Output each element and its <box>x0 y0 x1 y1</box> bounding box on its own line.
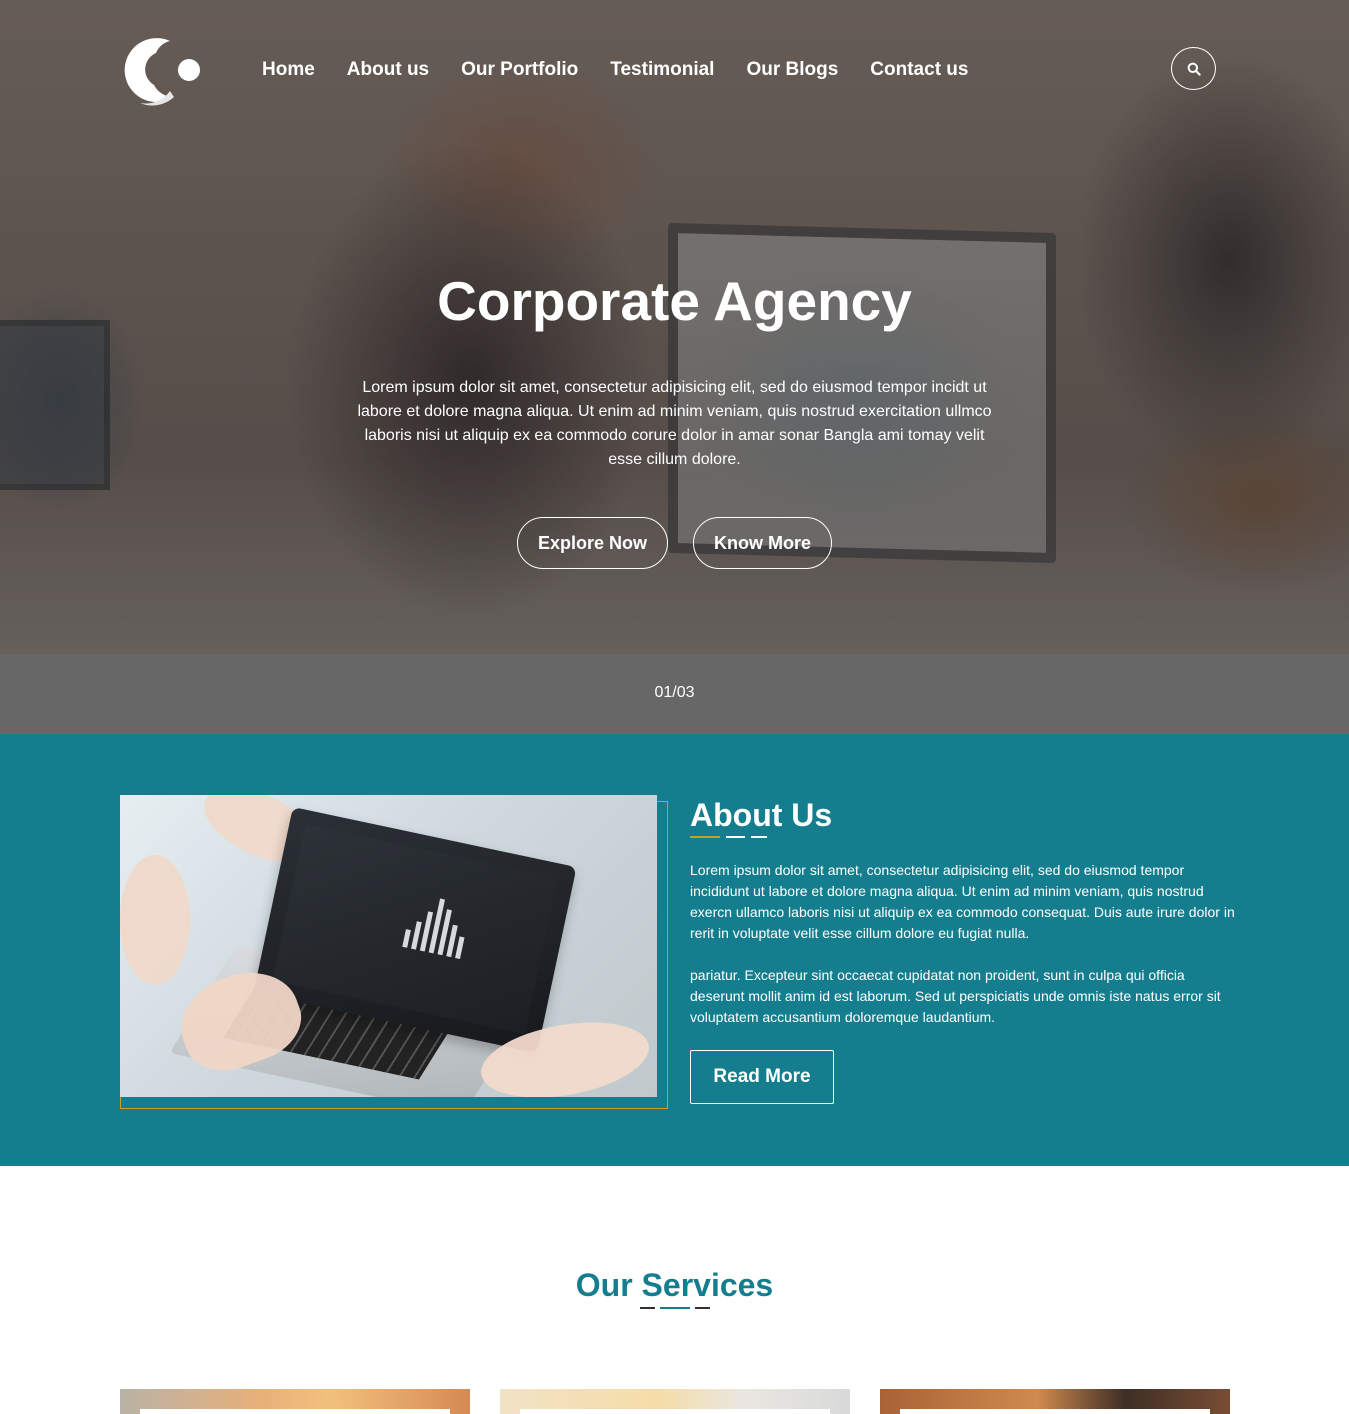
service-card-3[interactable] <box>880 1389 1230 1414</box>
about-paragraph-2: pariatur. Excepteur sint occaecat cupida… <box>690 967 1221 1025</box>
service-card-1[interactable] <box>120 1389 470 1414</box>
nav-item-about-us[interactable]: About us <box>347 59 429 81</box>
nav-item-home[interactable]: Home <box>262 59 315 81</box>
nav-item-testimonial[interactable]: Testimonial <box>610 59 714 81</box>
search-icon <box>1187 62 1201 76</box>
about-paragraph-1: Lorem ipsum dolor sit amet, consectetur … <box>690 862 1235 941</box>
explore-now-button[interactable]: Explore Now <box>517 517 668 569</box>
read-more-button[interactable]: Read More <box>690 1050 834 1104</box>
services-title-underline <box>640 1307 715 1309</box>
hand-image-element <box>120 855 190 985</box>
c-logo-icon <box>124 38 200 106</box>
hero-description: Lorem ipsum dolor sit amet, consectetur … <box>357 379 992 468</box>
nav-item-our-blogs[interactable]: Our Blogs <box>746 59 838 81</box>
search-button[interactable] <box>1171 47 1216 90</box>
services-title: Our Services <box>575 1267 774 1303</box>
nav-item-contact-us[interactable]: Contact us <box>870 59 968 81</box>
about-image <box>120 795 657 1097</box>
hero-section: Home About us Our Portfolio Testimonial … <box>0 0 1349 654</box>
know-more-button[interactable]: Know More <box>693 517 832 569</box>
service-card-2[interactable] <box>500 1389 850 1414</box>
about-title-underline <box>690 836 773 838</box>
slider-pagination-bar: 01/03 <box>0 654 1349 734</box>
screen-bar-chart-graphic <box>402 888 472 959</box>
about-title: About Us <box>690 797 833 833</box>
nav-item-our-portfolio[interactable]: Our Portfolio <box>461 59 578 81</box>
slide-counter: 01/03 <box>654 684 695 701</box>
hero-title: Corporate Agency <box>437 270 912 332</box>
main-nav: Home About us Our Portfolio Testimonial … <box>262 59 1000 81</box>
about-section: About Us Lorem ipsum dolor sit amet, con… <box>0 734 1349 1166</box>
site-logo[interactable] <box>118 33 202 107</box>
